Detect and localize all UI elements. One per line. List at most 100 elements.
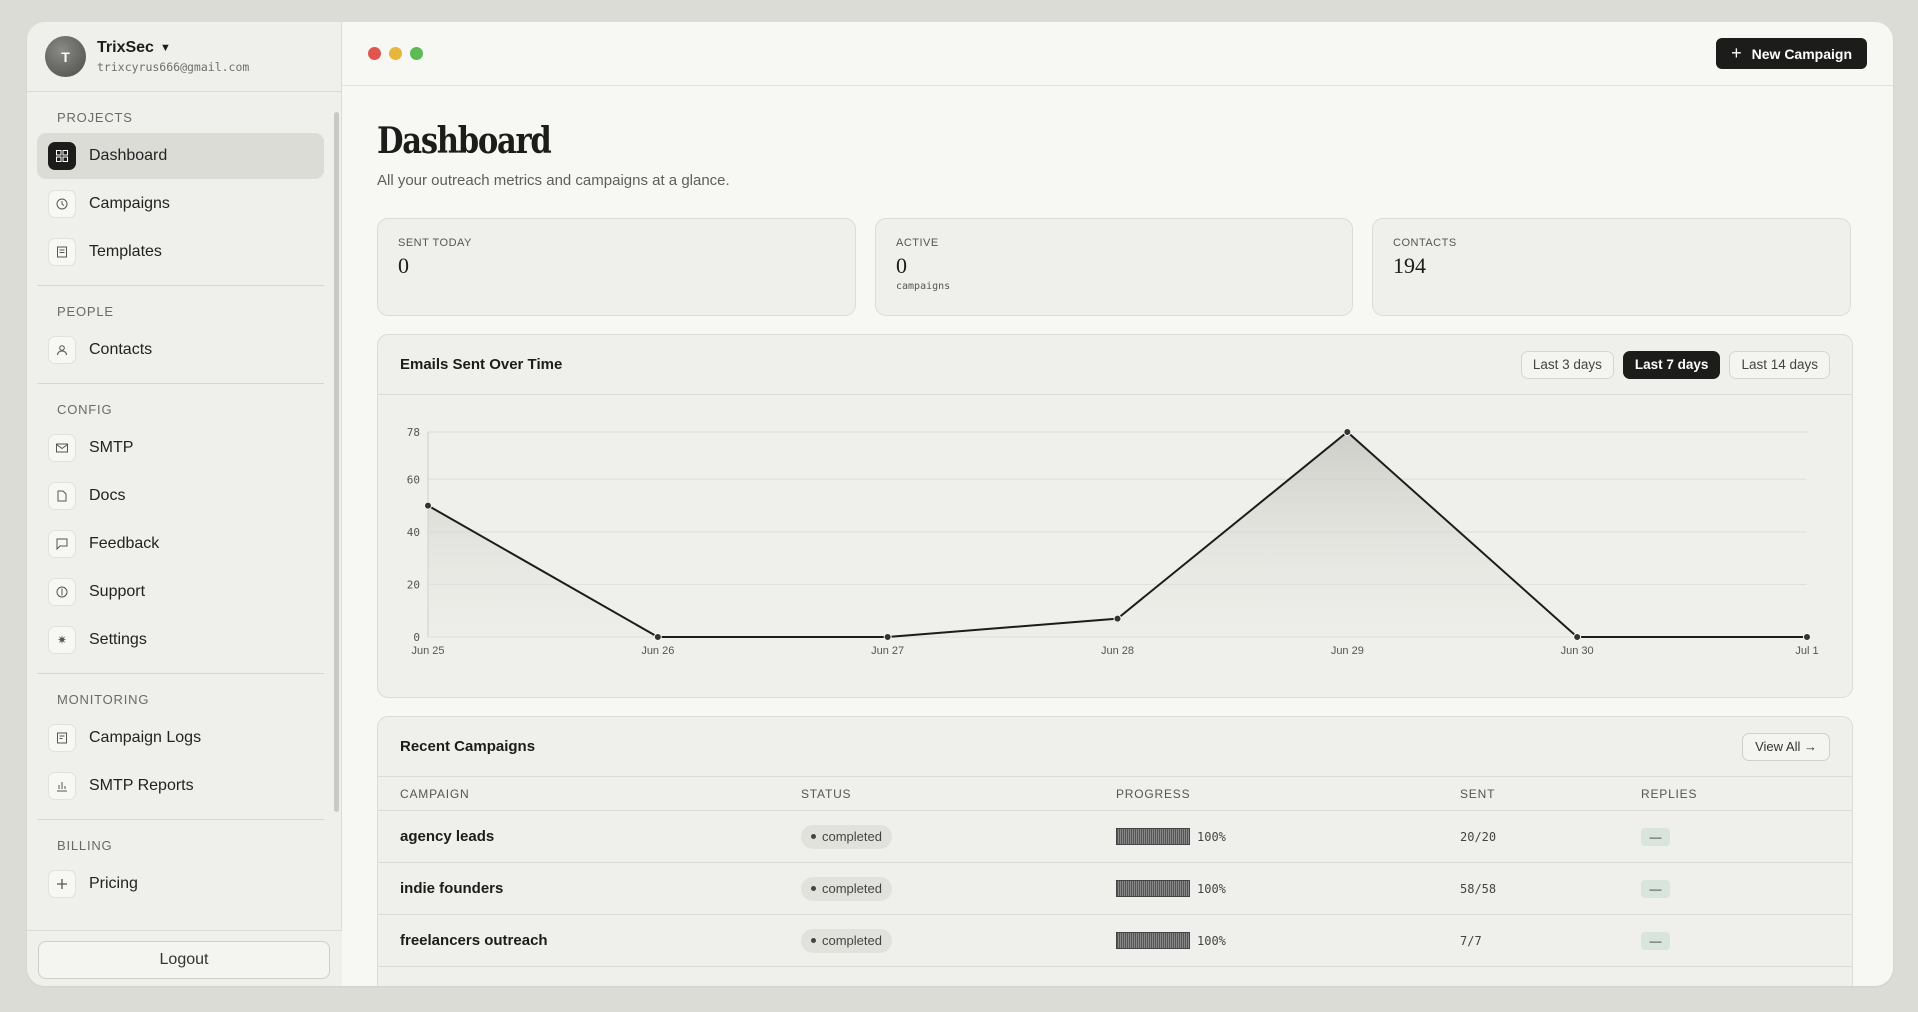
campaign-name[interactable]: indie founders	[400, 880, 503, 897]
y-tick-label: 60	[407, 473, 420, 486]
table-header: CAMPAIGN STATUS PROGRESS SENT REPLIES	[378, 777, 1852, 811]
stat-value: 0	[398, 253, 409, 278]
column-header[interactable]: PROGRESS	[1116, 787, 1460, 801]
main-content: + New Campaign Dashboard All your outrea…	[342, 22, 1893, 986]
column-header[interactable]: STATUS	[801, 787, 1116, 801]
sidebar-item-dashboard[interactable]: Dashboard	[37, 133, 324, 179]
sent-count: 20/20	[1460, 830, 1497, 844]
line-chart: 0 20 40 60 78 Jun 25 Jun 26 Jun 27 Jun 28 Jun 29 J…	[407, 426, 1819, 657]
stat-note: campaigns	[896, 281, 951, 292]
progress-bar	[1116, 828, 1190, 845]
status-text: completed	[822, 881, 882, 896]
stat-label: ACTIVE	[896, 237, 939, 249]
close-window-icon[interactable]	[368, 47, 381, 60]
account-switcher[interactable]: T TrixSec ▼ trixcyrus666@gmail.com	[27, 22, 341, 92]
x-tick-label: Jun 30	[1561, 645, 1594, 657]
bar-chart-icon	[48, 772, 76, 800]
grid-icon	[48, 142, 76, 170]
stat-card-sent-today: SENT TODAY 0	[377, 218, 856, 316]
sidebar-item-label: Templates	[89, 243, 162, 260]
range-last-7-days[interactable]: Last 7 days	[1622, 350, 1721, 379]
range-last-3-days[interactable]: Last 3 days	[1520, 350, 1614, 379]
range-selector: Last 3 days Last 7 days Last 14 days	[1520, 350, 1830, 379]
sidebar-item-support[interactable]: Support	[37, 569, 324, 615]
data-point	[883, 633, 892, 641]
sidebar-item-feedback[interactable]: Feedback	[37, 521, 324, 567]
y-tick-label: 20	[407, 578, 420, 591]
sidebar-item-label: SMTP Reports	[89, 777, 194, 794]
new-campaign-label: New Campaign	[1751, 45, 1852, 62]
y-tick-label: 40	[407, 526, 420, 539]
divider	[37, 383, 324, 384]
section-label: MONITORING	[57, 692, 150, 707]
x-tick-label: Jun 26	[641, 645, 674, 657]
sidebar-item-pricing[interactable]: Pricing	[37, 861, 324, 907]
nav-section-people: PEOPLE Contacts	[27, 304, 339, 373]
status-dot-icon	[811, 834, 816, 839]
chart-title: Emails Sent Over Time	[400, 356, 563, 373]
sidebar-item-campaigns[interactable]: Campaigns	[37, 181, 324, 227]
divider	[37, 285, 324, 286]
avatar: T	[45, 36, 86, 77]
replies-badge: —	[1641, 931, 1670, 950]
table-row[interactable]: freelancers outreach completed 100% 7/7 …	[378, 915, 1852, 967]
campaign-name[interactable]: freelancers outreach	[400, 932, 548, 949]
status-badge: completed	[801, 824, 892, 849]
sidebar-scrollbar[interactable]	[334, 112, 339, 812]
sidebar-item-smtp-reports[interactable]: SMTP Reports	[37, 763, 324, 809]
replies-badge: —	[1641, 827, 1670, 846]
sidebar-item-campaign-logs[interactable]: Campaign Logs	[37, 715, 324, 761]
stat-value: 0	[896, 253, 907, 278]
clock-icon	[48, 190, 76, 218]
section-label: PEOPLE	[57, 304, 114, 319]
gear-icon: ✷	[48, 626, 76, 654]
sidebar-item-label: SMTP	[89, 439, 134, 456]
sidebar-item-contacts[interactable]: Contacts	[37, 327, 324, 373]
progress-bar	[1116, 880, 1190, 897]
sidebar-item-smtp[interactable]: SMTP	[37, 425, 324, 471]
progress-text: 100%	[1197, 881, 1226, 896]
new-campaign-button[interactable]: + New Campaign	[1716, 38, 1867, 69]
sidebar-item-templates[interactable]: Templates	[37, 229, 324, 275]
sidebar-item-label: Dashboard	[89, 147, 168, 164]
emails-chart: 0 20 40 60 78 Jun 25 Jun 26 Jun 27 Jun 28 Jun 29 J…	[378, 395, 1852, 697]
account-email: trixcyrus666@gmail.com	[97, 60, 250, 74]
minimize-window-icon[interactable]	[389, 47, 402, 60]
account-name: TrixSec	[97, 39, 154, 56]
sidebar-item-settings[interactable]: ✷ Settings	[37, 617, 324, 663]
status-badge: completed	[801, 876, 892, 901]
page-subtitle: All your outreach metrics and campaigns …	[377, 172, 730, 189]
progress: 100%	[1116, 828, 1460, 845]
maximize-window-icon[interactable]	[410, 47, 423, 60]
file-icon	[48, 482, 76, 510]
sidebar-item-label: Pricing	[89, 875, 138, 892]
table-row[interactable]	[378, 967, 1852, 986]
column-header[interactable]: CAMPAIGN	[378, 787, 801, 801]
campaign-name[interactable]: agency leads	[400, 828, 494, 845]
stat-label: CONTACTS	[1393, 237, 1457, 249]
log-icon	[48, 724, 76, 752]
table-row[interactable]: agency leads completed 100% 20/20 —	[378, 811, 1852, 863]
app-window: T TrixSec ▼ trixcyrus666@gmail.com PROJE…	[27, 22, 1893, 986]
series-line	[427, 430, 1807, 638]
document-icon	[48, 238, 76, 266]
dashboard-content: Dashboard All your outreach metrics and …	[377, 86, 1853, 986]
sent-count: 58/58	[1460, 882, 1497, 896]
view-all-button[interactable]: View All →	[1742, 732, 1830, 761]
progress-bar	[1116, 932, 1190, 949]
status-dot-icon	[811, 938, 816, 943]
table-row[interactable]: indie founders completed 100% 58/58 —	[378, 863, 1852, 915]
stats-row: SENT TODAY 0 ACTIVE 0 campaigns CONTACTS…	[377, 218, 1853, 316]
sidebar-item-label: Campaign Logs	[89, 729, 202, 746]
nav-section-config: CONFIG SMTP Docs Feedback Support ✷ Sett…	[27, 402, 339, 663]
x-tick-label: Jun 25	[411, 645, 444, 657]
progress: 100%	[1116, 932, 1460, 949]
page-title: Dashboard	[377, 120, 552, 162]
column-header[interactable]: SENT	[1460, 787, 1641, 801]
campaigns-title: Recent Campaigns	[400, 738, 536, 755]
stat-card-active: ACTIVE 0 campaigns	[875, 218, 1353, 316]
logout-button[interactable]: Logout	[38, 941, 330, 979]
range-last-14-days[interactable]: Last 14 days	[1729, 350, 1830, 379]
column-header[interactable]: REPLIES	[1641, 787, 1852, 801]
sidebar-item-docs[interactable]: Docs	[37, 473, 324, 519]
